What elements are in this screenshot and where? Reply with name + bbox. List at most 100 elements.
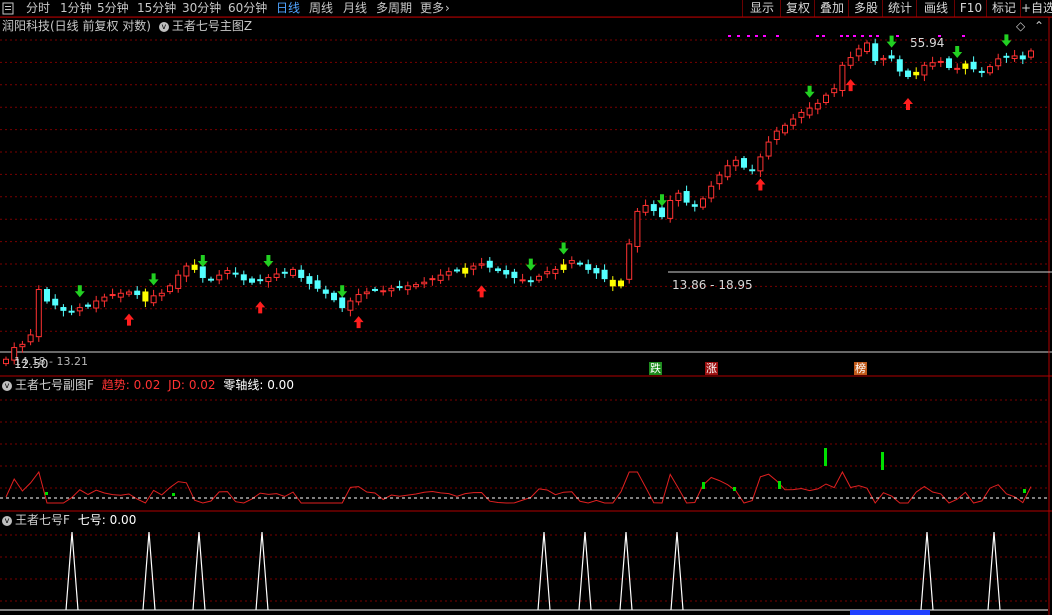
candle-body: [626, 243, 633, 280]
zero-axis-value: 0.00: [267, 378, 294, 392]
candle-body: [544, 271, 551, 275]
seven-spike: [537, 531, 551, 611]
candle-body: [905, 70, 911, 77]
candle-body: [888, 55, 895, 59]
down-arrow-icon: [804, 85, 815, 98]
down-arrow-icon: [148, 273, 159, 286]
main-indicator-name[interactable]: 王者七号主图Z: [172, 19, 252, 33]
candle-body: [117, 292, 124, 298]
candle-body: [158, 292, 165, 297]
sub2-header: v 王者七号F 七号: 0.00: [2, 513, 136, 527]
jd-bar: [702, 482, 705, 489]
candle-body: [823, 94, 829, 104]
down-arrow-icon: [525, 258, 536, 271]
chart-canvas: [0, 16, 1052, 615]
candle-body: [511, 271, 518, 278]
indicator-dropdown-icon[interactable]: v: [158, 21, 169, 32]
candle-body: [1028, 50, 1034, 58]
seven-value: 0.00: [109, 513, 137, 527]
candle-body: [437, 274, 444, 281]
jd-bar: [172, 493, 175, 496]
candle-body: [495, 268, 501, 272]
candle-body: [864, 42, 870, 53]
candle-body: [503, 270, 510, 275]
candle-body: [265, 276, 272, 283]
candle-body: [872, 43, 879, 62]
top-marker: [763, 35, 766, 37]
high-price-label: 55.94: [910, 36, 945, 50]
candle-body: [708, 185, 715, 199]
top-marker: [776, 35, 779, 37]
lower-range-label: 14.18 - 13.21: [14, 355, 88, 368]
down-arrow-icon: [657, 194, 667, 207]
diamond-icon[interactable]: ◇: [1016, 19, 1025, 33]
candle-body: [363, 291, 370, 295]
top-marker: [846, 35, 849, 37]
candle-body: [896, 59, 903, 72]
candle-body: [683, 191, 690, 203]
top-marker: [822, 35, 825, 37]
candle-body: [937, 60, 944, 63]
candle-body: [700, 198, 706, 208]
candle-body: [429, 278, 436, 281]
sub1-name[interactable]: 王者七号副图F: [15, 378, 94, 392]
candle-body: [208, 278, 214, 281]
candle-body: [101, 296, 108, 302]
sub2-name[interactable]: 王者七号F: [15, 513, 70, 527]
chevron-up-icon[interactable]: ⌃: [1034, 19, 1044, 33]
bottom-scrollbar: [850, 610, 930, 615]
candle-body: [380, 290, 387, 293]
candle-body: [946, 58, 952, 68]
candle-body: [35, 289, 42, 338]
candle-body: [560, 264, 567, 270]
candle-body: [257, 279, 264, 282]
candle-body: [273, 273, 280, 278]
top-marker: [755, 35, 758, 37]
candle-body: [978, 70, 985, 73]
up-arrow-icon: [255, 301, 266, 314]
candle-body: [667, 199, 674, 219]
candle-body: [568, 260, 575, 264]
candle-body: [880, 57, 887, 61]
top-marker: [816, 35, 819, 37]
sub2-dropdown-icon[interactable]: v: [2, 515, 12, 526]
up-arrow-icon: [476, 285, 487, 298]
up-arrow-icon: [845, 79, 856, 92]
seven-spike: [987, 531, 1001, 611]
candle-body: [191, 264, 198, 270]
up-arrow-icon: [124, 313, 134, 326]
top-marker: [876, 35, 879, 37]
candle-body: [232, 272, 239, 275]
candle-body: [987, 66, 993, 74]
candle-body: [85, 304, 91, 307]
candle-body: [396, 286, 403, 289]
candle-body: [298, 269, 305, 278]
jd-label: JD:: [168, 378, 185, 392]
trend-label: 趋势:: [101, 378, 130, 392]
candle-body: [618, 280, 624, 287]
candle-body: [199, 266, 206, 278]
candle-body: [142, 291, 149, 302]
down-arrow-icon: [1001, 34, 1012, 47]
zero-axis-label: 零轴线:: [223, 378, 264, 392]
candle-body: [995, 58, 1002, 67]
candle-body: [76, 307, 83, 312]
main-chart-header: 润阳科技(日线 前复权 对数) v 王者七号主图Z: [2, 19, 252, 33]
candle-body: [798, 111, 805, 118]
candle-body: [150, 295, 157, 304]
top-marker: [869, 35, 872, 37]
candle-body: [167, 285, 173, 293]
candle-body: [585, 264, 592, 270]
up-arrow-icon: [353, 316, 364, 329]
candle-body: [306, 276, 313, 284]
sub1-dropdown-icon[interactable]: v: [2, 380, 12, 391]
candle-body: [109, 294, 116, 297]
up-arrow-icon: [755, 178, 766, 191]
candle-body: [593, 268, 600, 274]
candle-body: [347, 300, 354, 311]
candle-body: [782, 124, 788, 134]
candle-body: [249, 278, 255, 283]
signal-badge-down: 跌: [649, 362, 662, 375]
down-arrow-icon: [263, 255, 274, 268]
down-arrow-icon: [558, 242, 569, 255]
